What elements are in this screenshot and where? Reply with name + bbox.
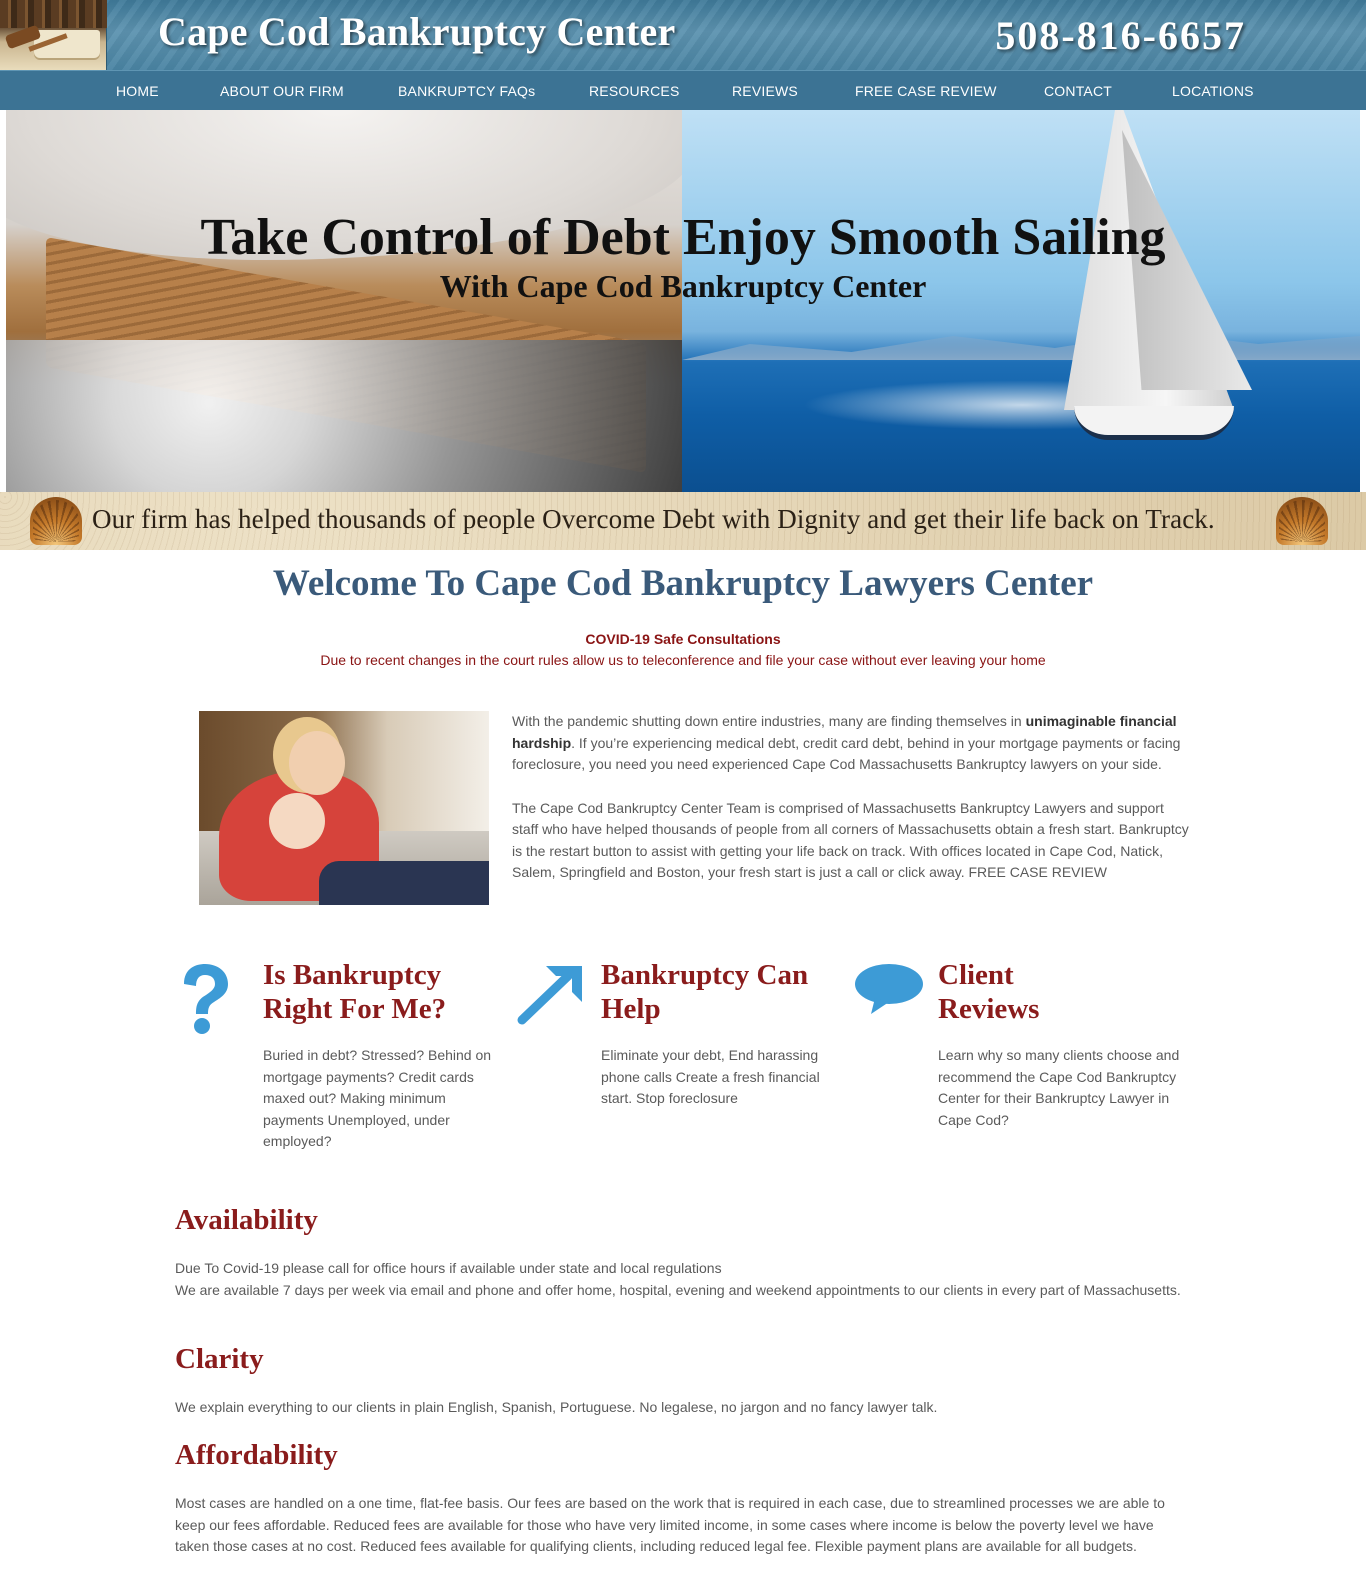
affordability-heading: Affordability [175, 1439, 338, 1471]
shell-icon [1276, 497, 1328, 545]
feature-title-right-for-me[interactable]: Is Bankruptcy Right For Me? [263, 958, 513, 1026]
main-nav: HOME ABOUT OUR FIRM BANKRUPTCY FAQs RESO… [0, 70, 1366, 110]
nav-item-resources[interactable]: RESOURCES [589, 83, 679, 99]
banner-tagline: Our firm has helped thousands of people … [92, 504, 1215, 534]
welcome-heading: Welcome To Cape Cod Bankruptcy Lawyers C… [272, 563, 1094, 604]
speech-bubble-icon [855, 964, 923, 1014]
gavel-book-logo[interactable] [0, 0, 107, 70]
splash-graphic [6, 340, 682, 492]
arrow-up-right-icon [517, 966, 582, 1025]
hull-graphic [1074, 406, 1234, 440]
bookshelf-graphic [0, 0, 107, 28]
feature-text-can-help: Eliminate your debt, End harassing phone… [601, 1047, 820, 1106]
feature-title-line: Is Bankruptcy [263, 959, 442, 991]
feature-title-line: Reviews [938, 993, 1040, 1025]
mountains-graphic [682, 332, 1360, 360]
availability-line-2: We are available 7 days per week via ema… [175, 1281, 1181, 1298]
clarity-heading: Clarity [175, 1343, 264, 1375]
intro-p1-end: . If you’re experiencing medical debt, c… [512, 734, 1181, 773]
feature-title-line: Client [938, 959, 1014, 991]
intro-paragraph-2: The Cape Cod Bankruptcy Center Team is c… [512, 799, 1189, 881]
mother-head-graphic [289, 731, 345, 795]
site-brand-title[interactable]: Cape Cod Bankruptcy Center [158, 8, 675, 55]
nav-item-faqs[interactable]: BANKRUPTCY FAQs [398, 83, 535, 99]
baby-graphic [269, 793, 325, 849]
feature-text-reviews: Learn why so many clients choose and rec… [938, 1047, 1180, 1128]
nav-item-contact[interactable]: CONTACT [1044, 83, 1112, 99]
feature-text-right-for-me: Buried in debt? Stressed? Behind on mort… [263, 1047, 492, 1149]
affordability-text: Most cases are handled on a one time, fl… [175, 1495, 1165, 1554]
intro-p1-start: With the pandemic shutting down entire i… [512, 713, 1026, 729]
jeans-graphic [319, 861, 489, 905]
hero-subtitle: With Cape Cod Bankruptcy Center [439, 268, 927, 304]
intro-text: With the pandemic shutting down entire i… [512, 711, 1192, 906]
phone-number[interactable]: 508-816-6657 [995, 12, 1246, 59]
covid-title: COVID-19 Safe Consultations [585, 631, 781, 647]
nav-item-about[interactable]: ABOUT OUR FIRM [220, 83, 344, 99]
nav-item-home[interactable]: HOME [116, 83, 159, 99]
availability-text: Due To Covid-19 please call for office h… [175, 1258, 1185, 1301]
feature-title-line: Right For Me? [263, 993, 447, 1025]
sand-banner: Our firm has helped thousands of people … [0, 492, 1366, 550]
covid-text: Due to recent changes in the court rules… [320, 652, 1046, 668]
feature-title-line: Bankruptcy Can [601, 959, 809, 991]
feature-title-line: Help [601, 993, 661, 1025]
feature-title-reviews[interactable]: Client Reviews [938, 958, 1188, 1026]
shell-icon [30, 497, 82, 545]
question-icon [184, 964, 228, 1034]
mother-baby-photo [199, 711, 489, 905]
intro-paragraph-1: With the pandemic shutting down entire i… [512, 711, 1192, 776]
availability-heading: Availability [175, 1204, 318, 1236]
hero-title: Take Control of Debt Enjoy Smooth Sailin… [200, 209, 1166, 266]
feature-title-can-help[interactable]: Bankruptcy Can Help [601, 958, 851, 1026]
nav-item-reviews[interactable]: REVIEWS [732, 83, 798, 99]
site-header: Cape Cod Bankruptcy Center 508-816-6657 [0, 0, 1366, 70]
clarity-text: We explain everything to our clients in … [175, 1399, 938, 1415]
availability-line-1: Due To Covid-19 please call for office h… [175, 1260, 722, 1276]
nav-item-locations[interactable]: LOCATIONS [1172, 83, 1254, 99]
nav-item-free-case-review[interactable]: FREE CASE REVIEW [855, 83, 997, 99]
